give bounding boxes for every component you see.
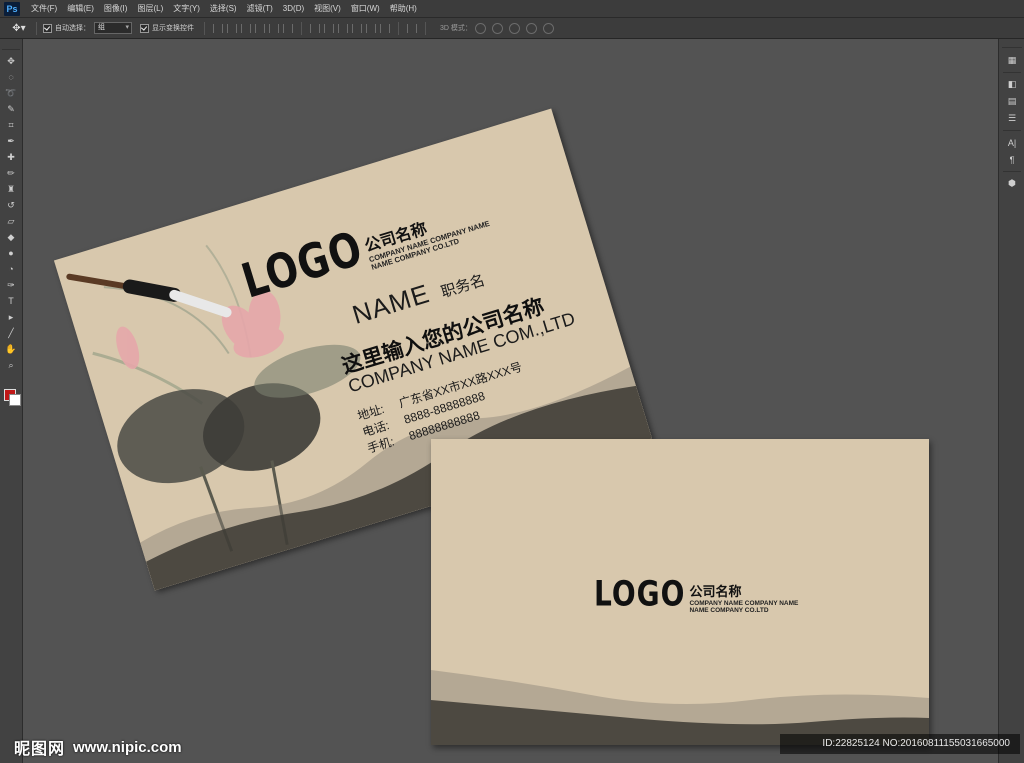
clone-stamp-tool-icon[interactable]: ♜: [0, 181, 22, 197]
divider: [301, 21, 302, 35]
company-name-en-line1: COMPANY NAME COMPANY NAME: [689, 600, 799, 607]
right-panel-dock: ▦ ◧ ▤ ☰ A| ¶ ⬢: [998, 39, 1024, 763]
auto-align-icon[interactable]: [407, 23, 417, 33]
tools-panel: ✥ ◌ ➰ ✎ ⌗ ✒ ✚ ✏ ♜ ↺ ▱ ◆ ● ◔ ✑ T ▸ ╱ ✋ ⌕: [0, 39, 23, 763]
image-id-watermark: ID:22825124 NO:20160811155031665000: [780, 734, 1020, 754]
roll-3d-icon[interactable]: [491, 22, 503, 34]
divider: [1003, 130, 1021, 131]
distribute-bottom-icon[interactable]: [338, 23, 348, 33]
type-tool-icon[interactable]: T: [0, 293, 22, 309]
crop-tool-icon[interactable]: ⌗: [0, 117, 22, 133]
menu-3d[interactable]: 3D(D): [278, 0, 309, 17]
dodge-tool-icon[interactable]: ◔: [0, 261, 22, 277]
healing-brush-tool-icon[interactable]: ✚: [0, 149, 22, 165]
company-name-en-line2: NAME COMPANY CO.LTD: [689, 607, 769, 615]
business-card-back: LOGO 公司名称 COMPANY NAME COMPANY NAME NAME…: [431, 439, 929, 745]
rotate-3d-icon[interactable]: [474, 22, 486, 34]
align-vcenter-icon[interactable]: [227, 23, 237, 33]
auto-select-dropdown[interactable]: 组: [94, 22, 132, 34]
distribute-vcenter-icon[interactable]: [324, 23, 334, 33]
menu-type[interactable]: 文字(Y): [168, 0, 205, 17]
eraser-tool-icon[interactable]: ▱: [0, 213, 22, 229]
panel-grip[interactable]: [1002, 41, 1022, 48]
calligraphy-brush: [66, 273, 232, 318]
move-tool-icon[interactable]: ✥: [0, 53, 22, 69]
paragraph-panel-icon[interactable]: ¶: [999, 151, 1024, 168]
mode-3d-label: 3D 模式：: [440, 25, 472, 32]
menu-select[interactable]: 选择(S): [205, 0, 242, 17]
menu-layer[interactable]: 图层(L): [132, 0, 168, 17]
color-panel-icon[interactable]: ◧: [999, 76, 1024, 93]
adjustments-panel-icon[interactable]: ▤: [999, 93, 1024, 110]
paint-bucket-tool-icon[interactable]: ◆: [0, 229, 22, 245]
align-hcenter-icon[interactable]: [269, 23, 279, 33]
menu-file[interactable]: 文件(F): [26, 0, 62, 17]
divider: [204, 21, 205, 35]
scale-3d-icon[interactable]: [542, 22, 554, 34]
divider: [425, 21, 426, 35]
marquee-tool-icon[interactable]: ◌: [0, 69, 22, 85]
distribute-left-icon[interactable]: [352, 23, 362, 33]
menu-view[interactable]: 视图(V): [309, 0, 346, 17]
slide-3d-icon[interactable]: [525, 22, 537, 34]
align-top-icon[interactable]: [213, 23, 223, 33]
history-panel-icon[interactable]: ▦: [999, 52, 1024, 69]
watermark-brand: 昵图网: [14, 741, 66, 758]
divider: [398, 21, 399, 35]
ink-wash-bottom: [431, 670, 929, 745]
distribute-hcenter-icon[interactable]: [366, 23, 376, 33]
hand-tool-icon[interactable]: ✋: [0, 341, 22, 357]
drag-3d-icon[interactable]: [508, 22, 520, 34]
document-canvas[interactable]: LOGO 公司名称 COMPANY NAME COMPANY NAME NAME…: [23, 39, 998, 763]
distribute-right-icon[interactable]: [380, 23, 390, 33]
auto-select-checkbox[interactable]: [43, 23, 52, 33]
show-transform-label: 显示变换控件: [152, 25, 194, 32]
background-color-swatch[interactable]: [9, 394, 21, 406]
logo-company-info: 公司名称 COMPANY NAME COMPANY NAME NAME COMP…: [361, 196, 493, 271]
line-tool-icon[interactable]: ╱: [0, 325, 22, 341]
move-tool-preset-icon[interactable]: ✥▾: [8, 21, 30, 35]
watermark-url: www.nipic.com: [73, 738, 182, 756]
blur-tool-icon[interactable]: ●: [0, 245, 22, 261]
properties-panel-icon[interactable]: ☰: [999, 110, 1024, 127]
menu-bar: Ps 文件(F) 编辑(E) 图像(I) 图层(L) 文字(Y) 选择(S) 滤…: [0, 0, 1024, 18]
zoom-tool-icon[interactable]: ⌕: [0, 357, 22, 373]
divider: [1003, 171, 1021, 172]
distribute-top-icon[interactable]: [310, 23, 320, 33]
menu-help[interactable]: 帮助(H): [385, 0, 422, 17]
brush-tool-icon[interactable]: ✏: [0, 165, 22, 181]
history-brush-tool-icon[interactable]: ↺: [0, 197, 22, 213]
panel-grip[interactable]: [2, 41, 20, 50]
divider: [1003, 72, 1021, 73]
path-select-tool-icon[interactable]: ▸: [0, 309, 22, 325]
pen-tool-icon[interactable]: ✑: [0, 277, 22, 293]
align-bottom-icon[interactable]: [241, 23, 251, 33]
eyedropper-tool-icon[interactable]: ✒: [0, 133, 22, 149]
quick-select-tool-icon[interactable]: ✎: [0, 101, 22, 117]
menu-filter[interactable]: 滤镜(T): [242, 0, 278, 17]
company-logo: LOGO 公司名称 COMPANY NAME COMPANY NAME NAME…: [594, 573, 798, 614]
menu-image[interactable]: 图像(I): [99, 0, 133, 17]
3d-panel-icon[interactable]: ⬢: [999, 175, 1024, 192]
auto-select-label: 自动选择：: [55, 25, 90, 32]
show-transform-checkbox[interactable]: [140, 23, 149, 33]
logo-text: LOGO: [594, 573, 686, 615]
align-left-icon[interactable]: [255, 23, 265, 33]
nipic-watermark: 昵图网 www.nipic.com: [14, 735, 182, 759]
divider: [36, 21, 37, 35]
photoshop-logo: Ps: [4, 1, 20, 16]
options-bar: ✥▾ 自动选择： 组 显示变换控件 3D 模式：: [0, 18, 1024, 39]
logo-company-info: 公司名称 COMPANY NAME COMPANY NAME NAME COMP…: [689, 581, 798, 614]
menu-edit[interactable]: 编辑(E): [62, 0, 99, 17]
company-name-cn: 公司名称: [689, 584, 742, 599]
character-panel-icon[interactable]: A|: [999, 134, 1024, 151]
lasso-tool-icon[interactable]: ➰: [0, 85, 22, 101]
align-right-icon[interactable]: [283, 23, 293, 33]
menu-window[interactable]: 窗口(W): [346, 0, 385, 17]
person-title: 职务名: [439, 271, 488, 302]
